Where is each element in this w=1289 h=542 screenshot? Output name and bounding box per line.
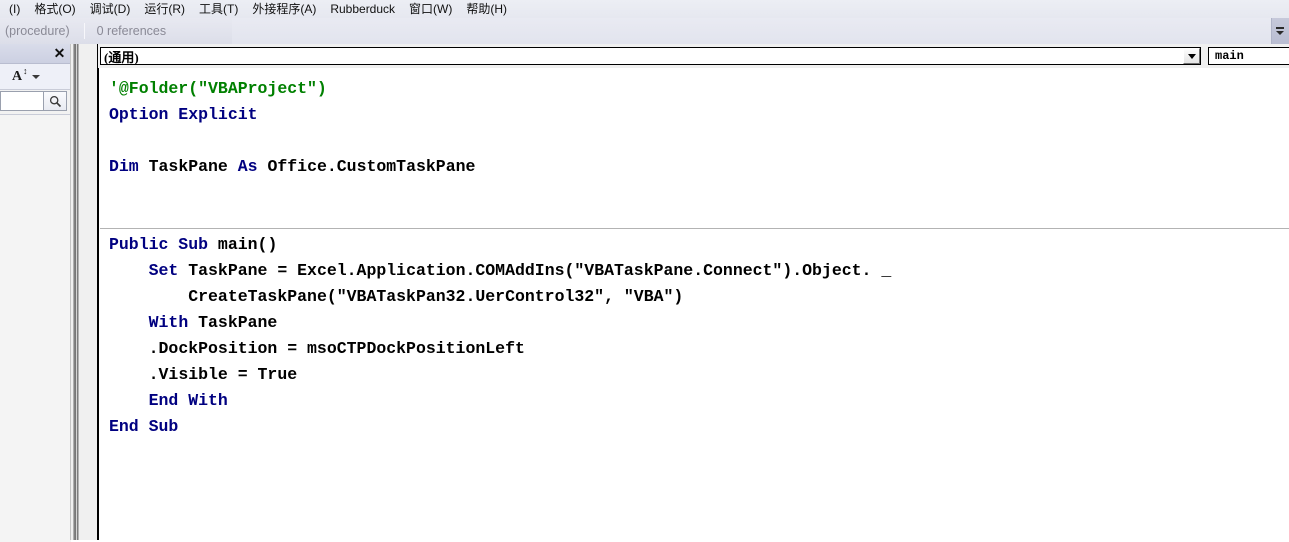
code-token: Office.CustomTaskPane xyxy=(257,157,476,176)
code-token: With xyxy=(148,313,189,332)
left-tool-panel: ✕ A ↕ xyxy=(0,44,71,542)
code-line: End With xyxy=(109,388,1289,414)
left-panel-body xyxy=(0,115,71,542)
code-token: End With xyxy=(148,391,228,410)
overflow-bar-icon xyxy=(1276,27,1284,29)
menu-item-6[interactable]: Rubberduck xyxy=(323,1,402,18)
code-line: CreateTaskPane("VBATaskPan32.UerControl3… xyxy=(109,284,1289,310)
codelens-references-link[interactable]: 0 references xyxy=(97,24,166,38)
code-line: .Visible = True xyxy=(109,362,1289,388)
menu-item-0[interactable]: (I) xyxy=(2,1,27,18)
sort-alphabetical-icon[interactable]: A ↕ xyxy=(12,66,28,84)
code-token: .DockPosition = msoCTPDockPositionLeft xyxy=(148,339,525,358)
codelens-divider xyxy=(83,23,85,39)
splitter-grip[interactable] xyxy=(73,44,79,540)
chevron-down-icon[interactable] xyxy=(32,74,41,79)
menu-item-4[interactable]: 工具(T) xyxy=(192,1,245,18)
declarations-separator xyxy=(100,228,1289,229)
codelens-bar: (procedure) 0 references xyxy=(0,18,1289,44)
menu-item-5[interactable]: 外接程序(A) xyxy=(245,1,323,18)
code-token: .Visible = True xyxy=(148,365,298,384)
code-editor[interactable]: '@Folder("VBAProject") Option Explicit Dim… xyxy=(98,68,1289,540)
menu-item-3[interactable]: 运行(R) xyxy=(137,1,192,18)
code-line: Public Sub main() xyxy=(109,232,1289,258)
code-text[interactable]: '@Folder("VBAProject") Option Explicit Dim… xyxy=(99,68,1289,440)
search-icon xyxy=(49,95,61,107)
code-line: End Sub xyxy=(109,414,1289,440)
code-token: Public Sub xyxy=(109,235,209,254)
code-token: main() xyxy=(208,235,278,254)
code-pane-dropdown-strip: (通用) main xyxy=(98,44,1289,68)
code-token: TaskPane xyxy=(188,313,278,332)
search-button[interactable] xyxy=(44,91,67,111)
left-panel-toolbar: A ↕ xyxy=(0,64,71,90)
code-token: End Sub xyxy=(109,417,179,436)
chevron-down-icon xyxy=(1187,53,1196,59)
left-panel-search-row xyxy=(0,90,71,115)
close-icon[interactable]: ✕ xyxy=(52,45,67,60)
code-token: Dim xyxy=(109,157,139,176)
pane-splitter[interactable] xyxy=(71,44,98,540)
search-input[interactable] xyxy=(0,91,44,111)
code-line: '@Folder("VBAProject") xyxy=(109,76,1289,102)
scope-dropdown-button[interactable] xyxy=(1183,48,1200,64)
code-line: Dim TaskPane As Office.CustomTaskPane xyxy=(109,154,1289,180)
menu-item-2[interactable]: 调试(D) xyxy=(83,1,138,18)
procedure-dropdown[interactable]: main xyxy=(1208,47,1289,65)
scope-dropdown-value: (通用) xyxy=(104,49,139,65)
procedure-dropdown-value: main xyxy=(1215,49,1244,63)
code-token: CreateTaskPane("VBATaskPan32.UerControl3… xyxy=(188,287,684,306)
codelens-inner: (procedure) 0 references xyxy=(0,18,232,44)
code-line: .DockPosition = msoCTPDockPositionLeft xyxy=(109,336,1289,362)
sort-icon-letter: A xyxy=(12,68,23,84)
codelens-procedure-label: (procedure) xyxy=(5,24,70,38)
menu-item-8[interactable]: 帮助(H) xyxy=(459,1,514,18)
code-token: Option Explicit xyxy=(109,105,258,124)
code-line: Option Explicit xyxy=(109,102,1289,128)
menu-item-7[interactable]: 窗口(W) xyxy=(402,1,459,18)
code-token: As xyxy=(237,157,258,176)
menu-bar: (I) 格式(O) 调试(D) 运行(R) 工具(T) 外接程序(A) Rubberduck… xyxy=(0,0,1289,18)
code-token: Set xyxy=(148,261,179,280)
chevron-down-icon xyxy=(1276,31,1284,35)
code-line: With TaskPane xyxy=(109,310,1289,336)
scope-dropdown[interactable]: (通用) xyxy=(100,47,1201,65)
sort-icon-arrows: ↕ xyxy=(23,65,28,76)
code-token: TaskPane xyxy=(138,157,238,176)
code-pane: (通用) main '@Folder("VBAProject") Option E… xyxy=(98,44,1289,540)
code-token: '@Folder("VBAProject") xyxy=(109,79,327,98)
vba-editor-window: (I) 格式(O) 调试(D) 运行(R) 工具(T) 外接程序(A) Rubberduck… xyxy=(0,0,1289,542)
codelens-overflow-button[interactable] xyxy=(1271,18,1289,44)
code-token: TaskPane = Excel.Application.COMAddIns("… xyxy=(178,261,892,280)
menu-item-1[interactable]: 格式(O) xyxy=(27,1,82,18)
code-line: Set TaskPane = Excel.Application.COMAddI… xyxy=(109,258,1289,284)
left-panel-titlebar: ✕ xyxy=(0,44,71,64)
